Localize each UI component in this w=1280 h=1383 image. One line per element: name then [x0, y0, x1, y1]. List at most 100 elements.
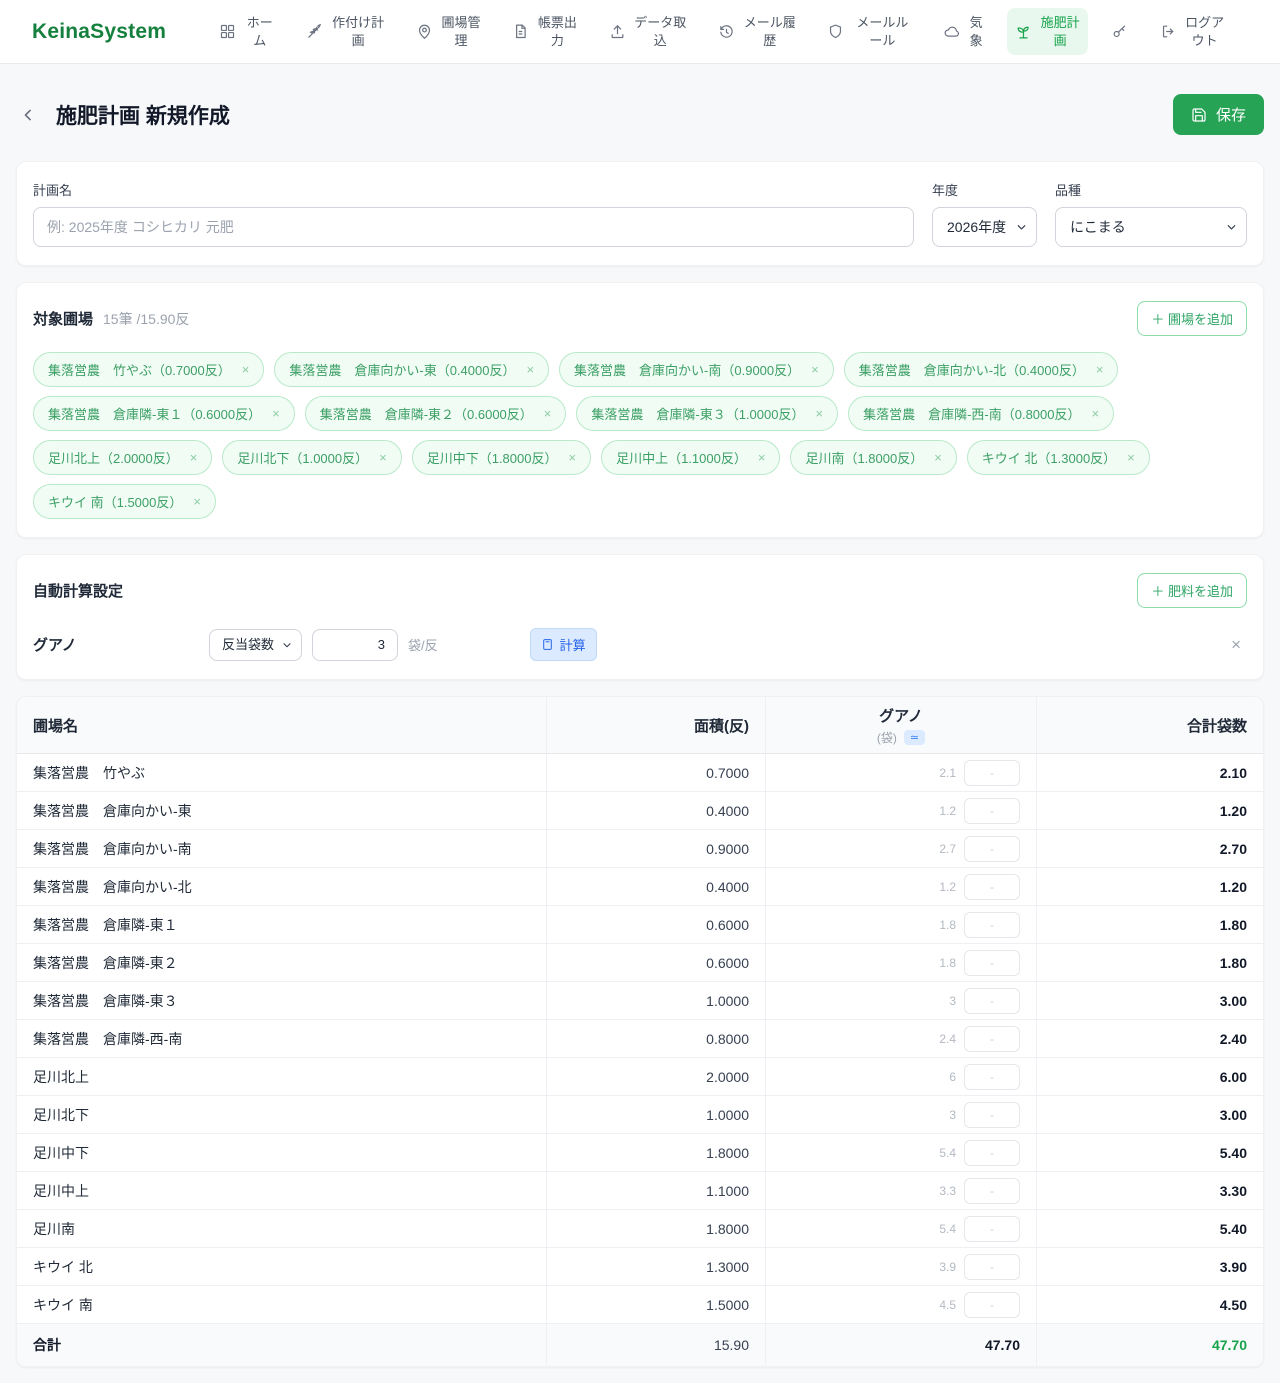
nav-item-label: 圃場管理: [441, 14, 481, 49]
calc-value: 6: [949, 1070, 956, 1084]
calc-value: 1.2: [939, 804, 956, 818]
override-input[interactable]: [964, 1140, 1020, 1166]
field-name-cell: キウイ 南: [17, 1286, 546, 1323]
variety-select[interactable]: にこまる: [1055, 207, 1247, 247]
footer-area-total: 15.90: [546, 1324, 765, 1366]
calculate-button[interactable]: 計算: [530, 628, 597, 661]
field-tag[interactable]: 足川中下（1.8000反） ×: [412, 440, 591, 475]
wheat-icon: [306, 23, 323, 40]
remove-tag-icon[interactable]: ×: [934, 450, 942, 465]
override-input[interactable]: [964, 1254, 1020, 1280]
field-tag-label: キウイ 北（1.3000反）: [982, 448, 1116, 467]
bags-per-tan-input[interactable]: [312, 629, 398, 661]
table-row: 足川中下 1.8000 5.4 5.40: [17, 1134, 1263, 1172]
override-input[interactable]: [964, 798, 1020, 824]
remove-tag-icon[interactable]: ×: [815, 406, 823, 421]
nav-item-logout[interactable]: ログアウト: [1152, 8, 1233, 55]
nav-item-data-import[interactable]: データ取込: [601, 8, 695, 55]
field-tag[interactable]: 足川南（1.8000反） ×: [790, 440, 956, 475]
remove-tag-icon[interactable]: ×: [1096, 362, 1104, 377]
nav-item-planting-plan[interactable]: 作付け計画: [298, 8, 392, 55]
field-tag-label: 集落営農 倉庫向かい-東（0.4000反）: [289, 360, 515, 379]
nav-item-fertilization-plan[interactable]: 施肥計画: [1007, 8, 1088, 55]
remove-tag-icon[interactable]: ×: [193, 494, 201, 509]
override-input[interactable]: [964, 1026, 1020, 1052]
remove-tag-icon[interactable]: ×: [242, 362, 250, 377]
field-tag[interactable]: 足川中上（1.1000反） ×: [601, 440, 780, 475]
calc-value: 3.3: [939, 1184, 956, 1198]
nav-item-mail-history[interactable]: メール履歴: [710, 8, 804, 55]
remove-tag-icon[interactable]: ×: [758, 450, 766, 465]
area-cell: 0.9000: [546, 830, 765, 867]
table-row: 集落営農 竹やぶ 0.7000 2.1 2.10: [17, 754, 1263, 792]
remove-tag-icon[interactable]: ×: [811, 362, 819, 377]
field-tag-label: キウイ 南（1.5000反）: [48, 492, 182, 511]
remove-tag-icon[interactable]: ×: [272, 406, 280, 421]
remove-tag-icon[interactable]: ×: [526, 362, 534, 377]
table-row: 集落営農 倉庫隣-西-南 0.8000 2.4 2.40: [17, 1020, 1263, 1058]
override-input[interactable]: [964, 874, 1020, 900]
area-cell: 2.0000: [546, 1058, 765, 1095]
table-row: 足川北下 1.0000 3 3.00: [17, 1096, 1263, 1134]
area-cell: 1.0000: [546, 982, 765, 1019]
fertilizer-column-title: グアノ: [879, 705, 923, 726]
override-input[interactable]: [964, 912, 1020, 938]
remove-tag-icon[interactable]: ×: [544, 406, 552, 421]
year-select[interactable]: 2026年度: [932, 207, 1037, 247]
field-tag[interactable]: 集落営農 倉庫向かい-北（0.4000反） ×: [844, 352, 1119, 387]
nav-item-mail-rules[interactable]: メールルール: [819, 8, 920, 55]
add-fertilizer-button[interactable]: ＋ 肥料を追加: [1137, 573, 1247, 608]
field-tag[interactable]: 集落営農 倉庫隣-西-南（0.8000反） ×: [848, 396, 1114, 431]
remove-tag-icon[interactable]: ×: [190, 450, 198, 465]
field-tag[interactable]: キウイ 北（1.3000反） ×: [967, 440, 1150, 475]
save-button[interactable]: 保存: [1173, 94, 1264, 135]
field-tag[interactable]: 集落営農 倉庫隣-東２（0.6000反） ×: [305, 396, 567, 431]
field-tag[interactable]: 集落営農 倉庫隣-東３（1.0000反） ×: [576, 396, 838, 431]
field-tag-label: 集落営農 倉庫隣-西-南（0.8000反）: [863, 404, 1080, 423]
field-tag[interactable]: 集落営農 倉庫向かい-東（0.4000反） ×: [274, 352, 549, 387]
remove-tag-icon[interactable]: ×: [568, 450, 576, 465]
field-name-cell: 集落営農 倉庫隣-西-南: [17, 1020, 546, 1057]
shield-icon: [827, 23, 844, 40]
calc-value: 1.8: [939, 956, 956, 970]
override-input[interactable]: [964, 1216, 1020, 1242]
field-tag[interactable]: 集落営農 倉庫隣-東１（0.6000反） ×: [33, 396, 295, 431]
unit-label: 袋/反: [408, 635, 438, 654]
plan-name-input[interactable]: [33, 207, 914, 247]
calc-value: 3: [949, 1108, 956, 1122]
total-cell: 3.00: [1036, 982, 1263, 1019]
field-tag[interactable]: 足川北下（1.0000反） ×: [222, 440, 401, 475]
page-header: 施肥計画 新規作成 保存: [16, 94, 1264, 135]
override-input[interactable]: [964, 1102, 1020, 1128]
add-field-button[interactable]: ＋ 圃場を追加: [1137, 301, 1247, 336]
remove-tag-icon[interactable]: ×: [379, 450, 387, 465]
field-tag[interactable]: 足川北上（2.0000反） ×: [33, 440, 212, 475]
override-input[interactable]: [964, 1292, 1020, 1318]
nav-item-password[interactable]: [1103, 17, 1136, 46]
field-tag[interactable]: キウイ 南（1.5000反） ×: [33, 484, 216, 519]
remove-tag-icon[interactable]: ×: [1127, 450, 1135, 465]
nav-item-label: ホーム: [244, 14, 275, 49]
nav-item-home[interactable]: ホーム: [211, 8, 283, 55]
remove-fertilizer-icon[interactable]: ×: [1225, 635, 1247, 655]
nav-item-report-output[interactable]: 帳票出力: [504, 8, 585, 55]
save-button-label: 保存: [1216, 104, 1246, 125]
calc-method-select[interactable]: 反当袋数: [209, 629, 302, 661]
override-input[interactable]: [964, 1178, 1020, 1204]
override-input[interactable]: [964, 950, 1020, 976]
override-input[interactable]: [964, 1064, 1020, 1090]
field-name-cell: 集落営農 倉庫隣-東１: [17, 906, 546, 943]
field-tag[interactable]: 集落営農 倉庫向かい-南（0.9000反） ×: [559, 352, 834, 387]
nav-item-field-management[interactable]: 圃場管理: [408, 8, 489, 55]
field-tag-label: 集落営農 倉庫向かい-北（0.4000反）: [859, 360, 1085, 379]
fertilizer-cell: 3.9: [765, 1248, 1036, 1285]
override-input[interactable]: [964, 760, 1020, 786]
remove-tag-icon[interactable]: ×: [1091, 406, 1099, 421]
override-input[interactable]: [964, 988, 1020, 1014]
back-button[interactable]: [16, 103, 40, 127]
override-input[interactable]: [964, 836, 1020, 862]
approx-badge[interactable]: ≃: [904, 730, 925, 745]
field-tag[interactable]: 集落営農 竹やぶ（0.7000反） ×: [33, 352, 264, 387]
nav-item-weather[interactable]: 気象: [935, 8, 992, 55]
table-row: 足川北上 2.0000 6 6.00: [17, 1058, 1263, 1096]
